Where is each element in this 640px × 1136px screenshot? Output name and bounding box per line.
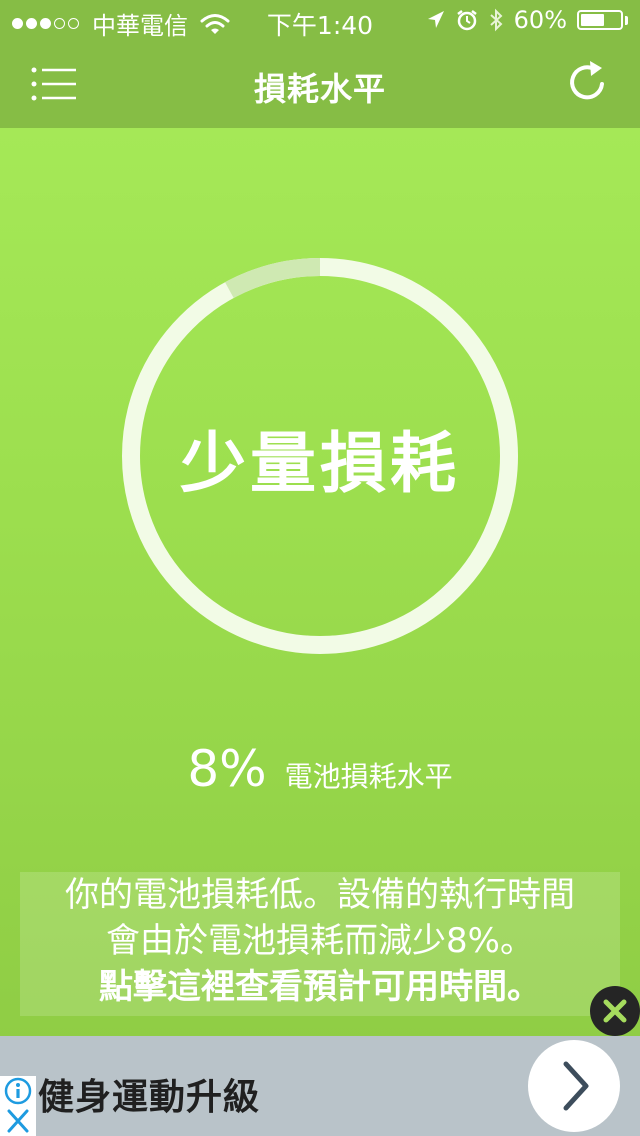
chevron-right-icon — [563, 1061, 589, 1111]
close-x-icon — [603, 999, 627, 1023]
wear-percent: 8% — [187, 740, 267, 798]
alarm-clock-icon — [456, 10, 477, 31]
wear-level-label: 少量損耗 — [180, 425, 460, 502]
status-right: 60% — [416, 6, 628, 34]
ad-cta-button[interactable] — [528, 1040, 620, 1132]
location-arrow-icon — [427, 11, 444, 28]
wear-caption: 電池損耗水平 — [284, 760, 453, 793]
ad-banner[interactable]: 健身運動升級 — [0, 1036, 640, 1136]
status-bar: 中華電信 下午1:40 60% — [0, 0, 640, 40]
ad-badge — [0, 1076, 36, 1136]
message-line-2: 會由於電池損耗而減少8%。 — [106, 921, 534, 961]
wear-summary: 8% 電池損耗水平 — [0, 740, 640, 798]
refresh-button[interactable] — [564, 58, 612, 106]
message-line-1: 你的電池損耗低。設備的執行時間 — [65, 875, 575, 915]
refresh-icon — [570, 61, 604, 100]
battery-percent: 60% — [513, 6, 567, 34]
battery-level-fill — [581, 14, 604, 26]
nav-bar: 損耗水平 — [0, 40, 640, 128]
bluetooth-icon — [489, 8, 503, 32]
battery-icon — [577, 10, 628, 30]
ad-close-button[interactable] — [590, 986, 640, 1036]
page-title: 損耗水平 — [253, 70, 386, 108]
ad-dismiss-icon[interactable] — [0, 1106, 36, 1136]
info-icon[interactable] — [0, 1076, 36, 1106]
message-line-3: 點擊這裡查看預計可用時間。 — [99, 967, 541, 1007]
ad-title: 健身運動升級 — [38, 1077, 261, 1118]
wear-message-link[interactable]: 你的電池損耗低。設備的執行時間 會由於電池損耗而減少8%。 點擊這裡查看預計可用… — [20, 872, 620, 1016]
